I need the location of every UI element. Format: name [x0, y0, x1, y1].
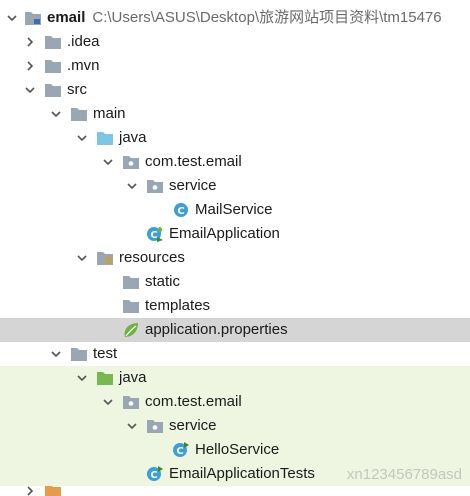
tree-row-static[interactable]: static — [0, 270, 470, 294]
test-source-folder-icon — [96, 366, 114, 390]
chevron-down-icon[interactable] — [74, 366, 90, 390]
folder-icon — [70, 102, 88, 126]
source-folder-icon — [96, 126, 114, 150]
tree-row-main[interactable]: main — [0, 102, 470, 126]
svg-text:C: C — [150, 230, 157, 241]
tree-row-root-email[interactable]: email C:\Users\ASUS\Desktop\旅游网站项目资料\tm1… — [0, 6, 470, 30]
tree-item-label: EmailApplication — [169, 225, 280, 242]
tree-item-label: .mvn — [67, 57, 100, 74]
package-icon — [146, 414, 164, 438]
chevron-down-icon[interactable] — [124, 174, 140, 198]
chevron-down-icon[interactable] — [74, 246, 90, 270]
tree-item-label: java — [119, 369, 147, 386]
folder-icon — [122, 294, 140, 318]
tree-item-label: main — [93, 105, 126, 122]
tree-item-label: resources — [119, 249, 185, 266]
tree-item-label: templates — [145, 297, 211, 314]
tree-item-label: src — [67, 81, 87, 98]
spring-properties-icon — [122, 318, 140, 342]
tree-row-src[interactable]: src — [0, 78, 470, 102]
tree-item-label: service — [169, 177, 217, 194]
tree-item-label: java — [119, 129, 147, 146]
tree-row-emailapplication[interactable]: C EmailApplication — [0, 222, 470, 246]
chevron-down-icon[interactable] — [22, 78, 38, 102]
test-class-icon: C — [146, 462, 164, 486]
folder-icon — [44, 486, 62, 496]
folder-icon — [70, 342, 88, 366]
chevron-down-icon[interactable] — [100, 390, 116, 414]
resources-folder-icon — [96, 246, 114, 270]
chevron-down-icon[interactable] — [100, 150, 116, 174]
tree-row-package-test[interactable]: com.test.email — [0, 390, 470, 414]
folder-icon — [44, 78, 62, 102]
tree-row-resources[interactable]: resources — [0, 246, 470, 270]
tree-item-label: application.properties — [145, 321, 288, 338]
spring-boot-class-icon: C — [146, 222, 164, 246]
chevron-down-icon[interactable] — [74, 126, 90, 150]
tree-item-label: EmailApplicationTests — [169, 465, 315, 482]
package-icon — [122, 150, 140, 174]
chevron-down-icon[interactable] — [124, 414, 140, 438]
test-class-icon: C — [172, 438, 190, 462]
tree-row-service-main[interactable]: service — [0, 174, 470, 198]
tree-row-application-properties[interactable]: application.properties — [0, 318, 470, 342]
chevron-down-icon[interactable] — [48, 102, 64, 126]
tree-item-label: com.test.email — [145, 393, 242, 410]
folder-icon — [44, 30, 62, 54]
root-path: C:\Users\ASUS\Desktop\旅游网站项目资料\tm15476 — [92, 9, 442, 26]
tree-row-emailapplicationtests[interactable]: C EmailApplicationTests — [0, 462, 470, 486]
tree-item-label: static — [145, 273, 181, 290]
folder-icon — [44, 54, 62, 78]
chevron-down-icon[interactable] — [48, 342, 64, 366]
tree-row-helloservice[interactable]: C HelloService — [0, 438, 470, 462]
module-folder-icon — [24, 6, 42, 30]
tree-row-templates[interactable]: templates — [0, 294, 470, 318]
chevron-down-icon[interactable] — [4, 6, 20, 30]
tree-row-test[interactable]: test — [0, 342, 470, 366]
tree-row-service-test[interactable]: service — [0, 414, 470, 438]
package-icon — [146, 174, 164, 198]
tree-item-label: HelloService — [195, 441, 280, 458]
project-tree: email C:\Users\ASUS\Desktop\旅游网站项目资料\tm1… — [0, 0, 470, 496]
tree-item-label: service — [169, 417, 217, 434]
tree-row-mailservice[interactable]: C MailService — [0, 198, 470, 222]
tree-item-label: test — [93, 345, 118, 362]
tree-item-label: MailService — [195, 201, 273, 218]
tree-row-main-java[interactable]: java — [0, 126, 470, 150]
tree-row-idea[interactable]: .idea — [0, 30, 470, 54]
tree-row-partial — [0, 486, 470, 496]
svg-text:C: C — [176, 446, 183, 457]
svg-text:C: C — [150, 470, 157, 481]
svg-text:C: C — [177, 206, 184, 217]
folder-icon — [122, 270, 140, 294]
package-icon — [122, 390, 140, 414]
root-name: email — [47, 9, 86, 26]
chevron-right-icon[interactable] — [22, 54, 38, 78]
chevron-right-icon — [22, 486, 38, 496]
tree-item-label: com.test.email — [145, 153, 242, 170]
tree-row-test-java[interactable]: java — [0, 366, 470, 390]
tree-row-mvn[interactable]: .mvn — [0, 54, 470, 78]
tree-row-package-main[interactable]: com.test.email — [0, 150, 470, 174]
tree-item-label: .idea — [67, 33, 100, 50]
chevron-right-icon[interactable] — [22, 30, 38, 54]
class-icon: C — [172, 198, 190, 222]
